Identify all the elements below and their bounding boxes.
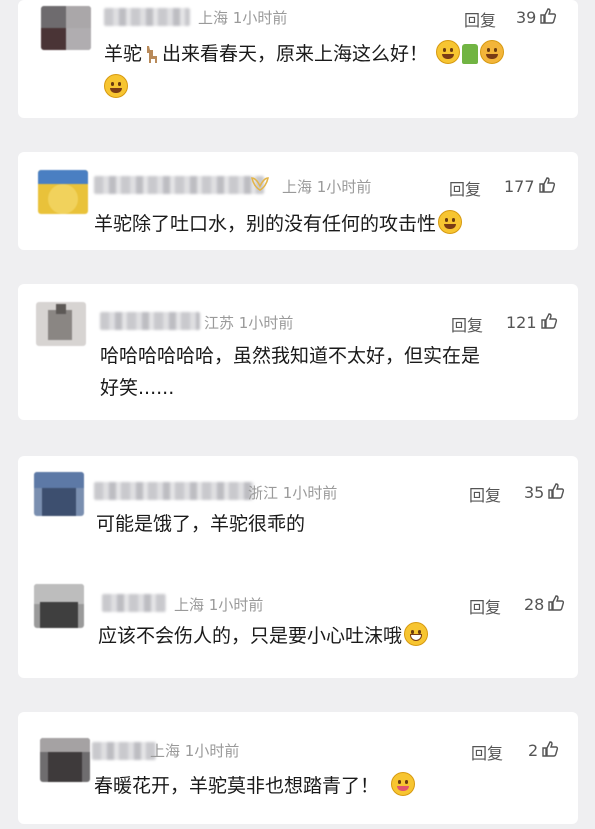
like-button[interactable]: 2 [528,740,559,760]
reply-button[interactable]: 回复 [471,740,503,764]
comment-card: 上海 1小时前 回复 2 春暖花开，羊驼莫非也想踏青了！ [18,712,578,824]
thumbs-up-icon [538,177,555,193]
like-button[interactable]: 39 [516,7,557,27]
wink-tongue-emoji-icon [391,772,416,796]
username[interactable] [94,176,264,194]
like-count: 35 [524,483,545,502]
like-count: 177 [504,177,535,196]
timestamp: 1小时前 [208,596,264,614]
thumbs-up-icon [540,313,557,329]
comment-text: 好笑...... [100,377,175,399]
like-button[interactable]: 121 [506,312,558,332]
comment-text-part: 羊驼除了吐口水，别的没有任何的攻击性 [94,213,437,235]
comment-text: 羊驼除了吐口水，别的没有任何的攻击性 [94,208,463,241]
avatar[interactable] [34,584,84,628]
avatar[interactable] [38,170,88,214]
reply-button[interactable]: 回复 [449,176,481,200]
reply-button[interactable]: 回复 [464,7,496,31]
location: 上海 [198,9,229,27]
thumbs-up-icon [548,595,565,611]
avatar[interactable] [36,302,86,346]
username[interactable] [92,742,156,760]
comment-text-part: 羊驼 [104,43,143,65]
timestamp: 1小时前 [232,9,288,27]
username[interactable] [94,482,254,500]
timestamp: 1小时前 [316,178,372,196]
location: 浙江 [248,484,279,502]
like-button[interactable]: 177 [504,176,556,196]
comment-card: 上海 1小时前 回复 39 羊驼 出来看春天，原来上海这么好！ [18,0,578,118]
avatar[interactable] [34,472,84,516]
clapping-emoji-icon [480,40,505,64]
comment-text-line2 [104,72,128,105]
like-count: 39 [516,8,537,27]
location: 江苏 [204,314,235,332]
username[interactable] [100,312,200,330]
reply-button[interactable]: 回复 [469,594,501,618]
comment-card: 上海 1小时前 回复 177 羊驼除了吐口水，别的没有任何的攻击性 [18,152,578,250]
like-count: 121 [506,313,537,332]
location: 上海 [150,742,181,760]
comment-meta: 上海 1小时前 [282,176,371,197]
comment-card: 江苏 1小时前 回复 121 哈哈哈哈哈哈，虽然我知道不太好，但实在是 好笑..… [18,284,578,420]
username[interactable] [104,8,190,26]
like-count: 28 [524,595,545,614]
grin-emoji-icon [104,74,128,98]
laughing-emoji-icon [436,40,461,64]
thumbs-up-icon [548,483,565,499]
comment-text: 可能是饿了，羊驼很乖的 [96,513,306,535]
reply-meta: 上海 1小时前 [174,594,263,615]
rolling-laugh-emoji-icon [438,210,463,234]
comment-text: 春暖花开，羊驼莫非也想踏青了！ [94,770,416,803]
like-button[interactable]: 28 [524,594,565,614]
timestamp: 1小时前 [238,314,294,332]
location: 上海 [174,596,205,614]
reply-text: 应该不会伤人的，只是要小心吐沫哦 [98,620,429,653]
reply-button[interactable]: 回复 [451,312,483,336]
avatar[interactable] [41,6,91,50]
thumbs-up-emoji-icon [462,44,479,64]
comment-text-part: 出来看春天，原来上海这么好！ [162,43,429,65]
comment-text: 哈哈哈哈哈哈，虽然我知道不太好，但实在是 [100,345,481,367]
comment-text: 羊驼 出来看春天，原来上海这么好！ [104,38,505,71]
thumbs-up-icon [540,8,557,24]
timestamp: 1小时前 [184,742,240,760]
reply-text-part: 应该不会伤人的，只是要小心吐沫哦 [98,625,403,647]
comment-text-part: 春暖花开，羊驼莫非也想踏青了！ [94,775,380,797]
crown-badge-icon [250,176,270,196]
like-count: 2 [528,741,539,760]
username[interactable] [102,594,166,612]
thumbs-up-icon [542,741,559,757]
timestamp: 1小时前 [282,484,338,502]
llama-emoji-icon [147,46,158,63]
reply-button[interactable]: 回复 [469,482,501,506]
comment-meta: 上海 1小时前 [198,7,287,28]
comment-meta: 江苏 1小时前 [204,312,293,333]
avatar[interactable] [40,738,90,782]
comment-meta: 上海 1小时前 [150,740,239,761]
comment-meta: 浙江 1小时前 [248,482,337,503]
location: 上海 [282,178,313,196]
like-button[interactable]: 35 [524,482,565,502]
grinning-teeth-emoji-icon [404,622,429,646]
comment-card: 浙江 1小时前 回复 35 可能是饿了，羊驼很乖的 上海 1小时前 回复 28 … [18,456,578,678]
